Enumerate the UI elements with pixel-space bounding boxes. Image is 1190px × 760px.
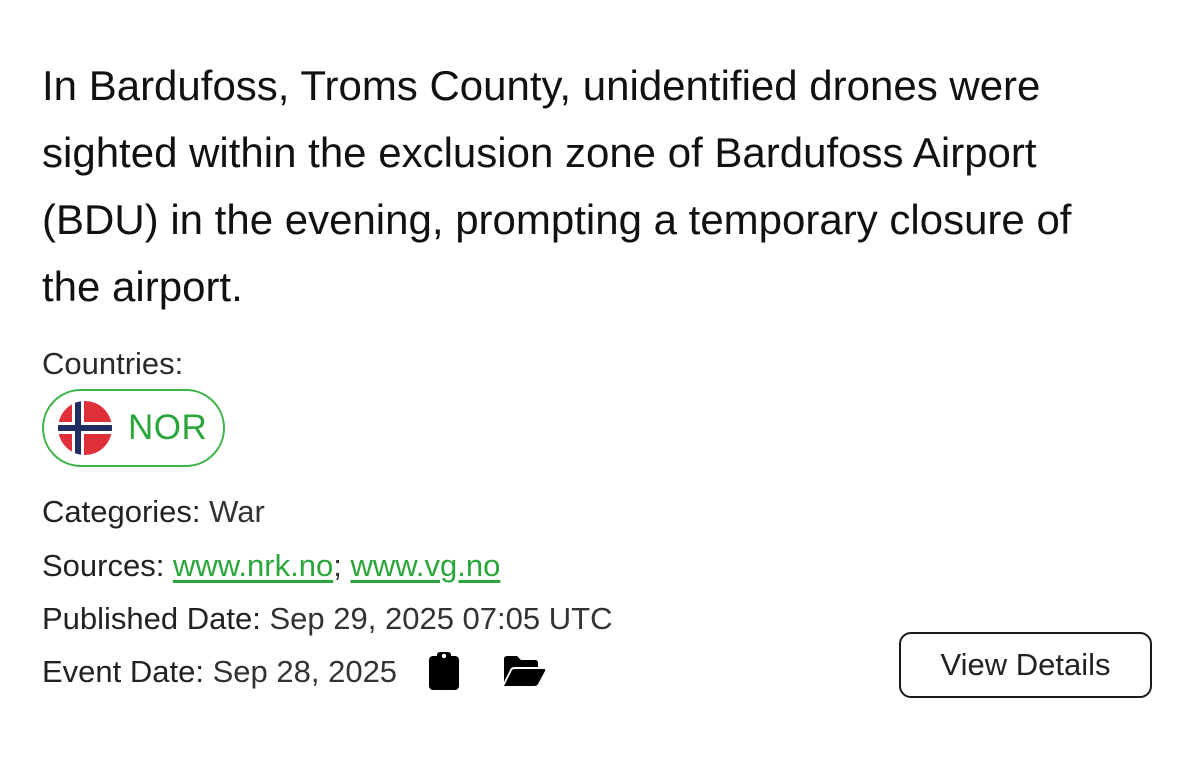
event-date-row: Event Date: Sep 28, 2025	[42, 651, 546, 692]
country-code: NOR	[128, 408, 208, 447]
event-date-label: Event Date:	[42, 654, 204, 689]
categories-value: War	[209, 494, 265, 529]
sources-label: Sources:	[42, 548, 165, 583]
published-date-value: Sep 29, 2025 07:05 UTC	[269, 601, 613, 636]
published-date-row: Published Date: Sep 29, 2025 07:05 UTC	[42, 599, 612, 639]
sources-row: Sources: www.nrk.no; www.vg.no	[42, 546, 500, 586]
sources-separator: ;	[333, 548, 342, 583]
country-chip-nor[interactable]: NOR	[42, 389, 225, 467]
categories-row: Categories: War	[42, 492, 265, 532]
categories-label: Categories:	[42, 494, 201, 529]
published-date-label: Published Date:	[42, 601, 261, 636]
source-link-nrk[interactable]: www.nrk.no	[173, 548, 333, 583]
event-card: In Bardufoss, Troms County, unidentified…	[42, 52, 1152, 698]
event-headline: In Bardufoss, Troms County, unidentified…	[42, 62, 1072, 310]
norway-flag-icon	[58, 401, 112, 455]
view-details-button[interactable]: View Details	[899, 632, 1152, 698]
countries-label: Countries:	[42, 346, 184, 381]
event-date-value: Sep 28, 2025	[212, 654, 398, 689]
open-folder-icon[interactable]	[502, 655, 546, 687]
clipboard-icon[interactable]	[428, 651, 460, 691]
source-link-vg[interactable]: www.vg.no	[350, 548, 500, 583]
